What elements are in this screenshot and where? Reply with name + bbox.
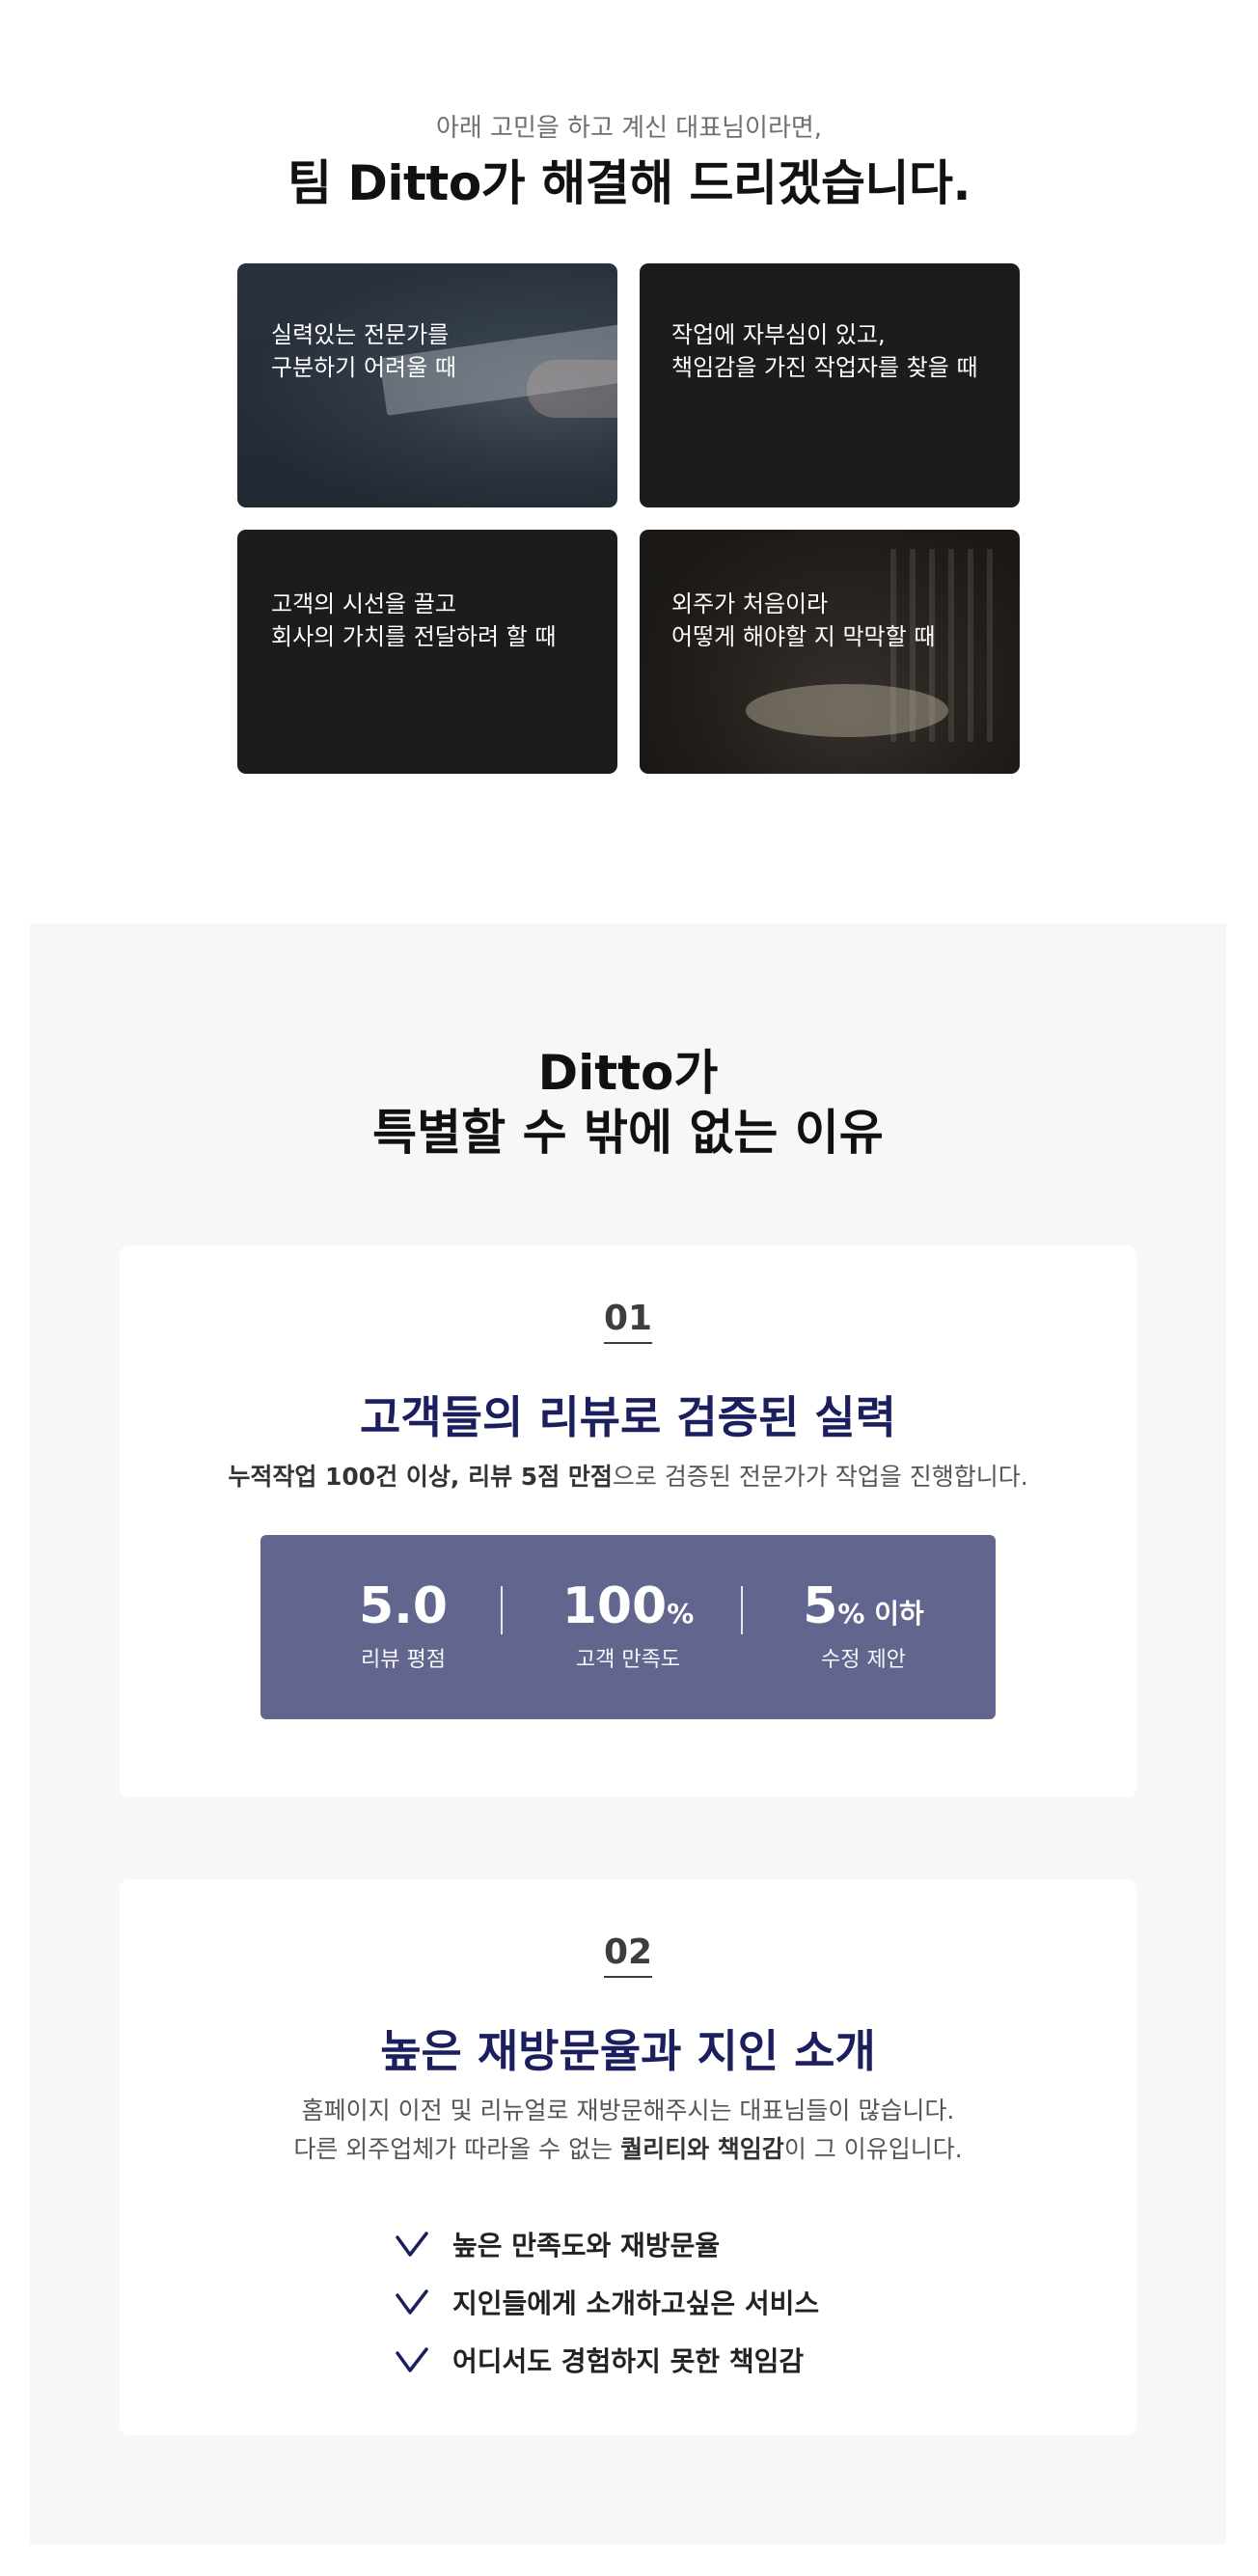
stat-label: 수정 제안 <box>821 1648 906 1672</box>
hero-subtitle: 아래 고민을 하고 계신 대표님이라면, <box>435 114 823 143</box>
feature-description: 누적작업 100건 이상, 리뷰 5점 만점으로 검증된 전문가가 작업을 진행… <box>228 1463 1028 1491</box>
stat-unit: % <box>667 1598 695 1630</box>
stat-revision-requests: 5% 이하 수정 제안 <box>772 1577 955 1674</box>
checklist-item: 지인들에게 소개하고싶은 서비스 <box>395 2273 973 2331</box>
check-icon <box>396 2289 428 2315</box>
hero-title: 팀 Ditto가 해결해 드리겠습니다. <box>287 155 971 211</box>
why-title: Ditto가 특별할 수 밖에 없는 이유 <box>372 1045 884 1161</box>
problem-section: 아래 고민을 하고 계신 대표님이라면, 팀 Ditto가 해결해 드리겠습니다… <box>0 0 1258 907</box>
benefit-checklist: 높은 만족도와 재방문율 지인들에게 소개하고싶은 서비스 어디서도 경험하지 … <box>395 2215 973 2389</box>
feature-number: 02 <box>120 1933 1136 1978</box>
feature-number: 01 <box>120 1300 1136 1344</box>
stat-divider <box>741 1586 743 1634</box>
stat-unit: % 이하 <box>837 1598 924 1630</box>
problem-card-expert: 실력있는 전문가를 구분하기 어려울 때 <box>237 263 617 507</box>
feature-description: 홈페이지 이전 및 리뉴얼로 재방문해주시는 대표님들이 많습니다. 다른 외주… <box>293 2096 963 2163</box>
check-icon <box>396 2232 428 2257</box>
feature-title: 높은 재방문율과 지인 소개 <box>380 2025 876 2077</box>
card-text: 외주가 처음이라 어떻게 해야할 지 막막할 때 <box>671 590 936 650</box>
card-text: 실력있는 전문가를 구분하기 어려울 때 <box>271 321 456 381</box>
feature-card-revisit: 02 높은 재방문율과 지인 소개 홈페이지 이전 및 리뉴얼로 재방문해주시는… <box>120 1879 1136 2435</box>
stats-panel: 5.0 리뷰 평점 100% 고객 만족도 5% 이하 수정 제안 <box>260 1535 996 1719</box>
card-photo-table <box>746 684 948 737</box>
stat-value: 5.0 <box>358 1577 449 1635</box>
card-text: 고객의 시선을 끌고 회사의 가치를 전달하려 할 때 <box>271 590 557 650</box>
checklist-item: 어디서도 경험하지 못한 책임감 <box>395 2331 973 2389</box>
feature-title: 고객들의 리뷰로 검증된 실력 <box>360 1391 896 1443</box>
why-section: Ditto가 특별할 수 밖에 없는 이유 01 고객들의 리뷰로 검증된 실력… <box>30 923 1226 2544</box>
feature-card-reviews: 01 고객들의 리뷰로 검증된 실력 누적작업 100건 이상, 리뷰 5점 만… <box>120 1246 1136 1797</box>
problem-card-responsibility: 작업에 자부심이 있고, 책임감을 가진 작업자를 찾을 때 <box>640 263 1020 507</box>
check-icon <box>396 2347 428 2372</box>
problem-card-first-time: 외주가 처음이라 어떻게 해야할 지 막막할 때 <box>640 530 1020 774</box>
problem-card-attention: 고객의 시선을 끌고 회사의 가치를 전달하려 할 때 <box>237 530 617 774</box>
stat-value: 5 <box>803 1577 838 1635</box>
stat-value: 100 <box>561 1577 668 1635</box>
checklist-item: 높은 만족도와 재방문율 <box>395 2215 973 2273</box>
stat-label: 고객 만족도 <box>575 1648 681 1672</box>
stat-label: 리뷰 평점 <box>361 1648 446 1672</box>
stat-review-rating: 5.0 리뷰 평점 <box>312 1577 495 1674</box>
stat-divider <box>501 1586 503 1634</box>
card-text: 작업에 자부심이 있고, 책임감을 가진 작업자를 찾을 때 <box>671 321 978 381</box>
stat-satisfaction: 100% 고객 만족도 <box>536 1577 720 1674</box>
